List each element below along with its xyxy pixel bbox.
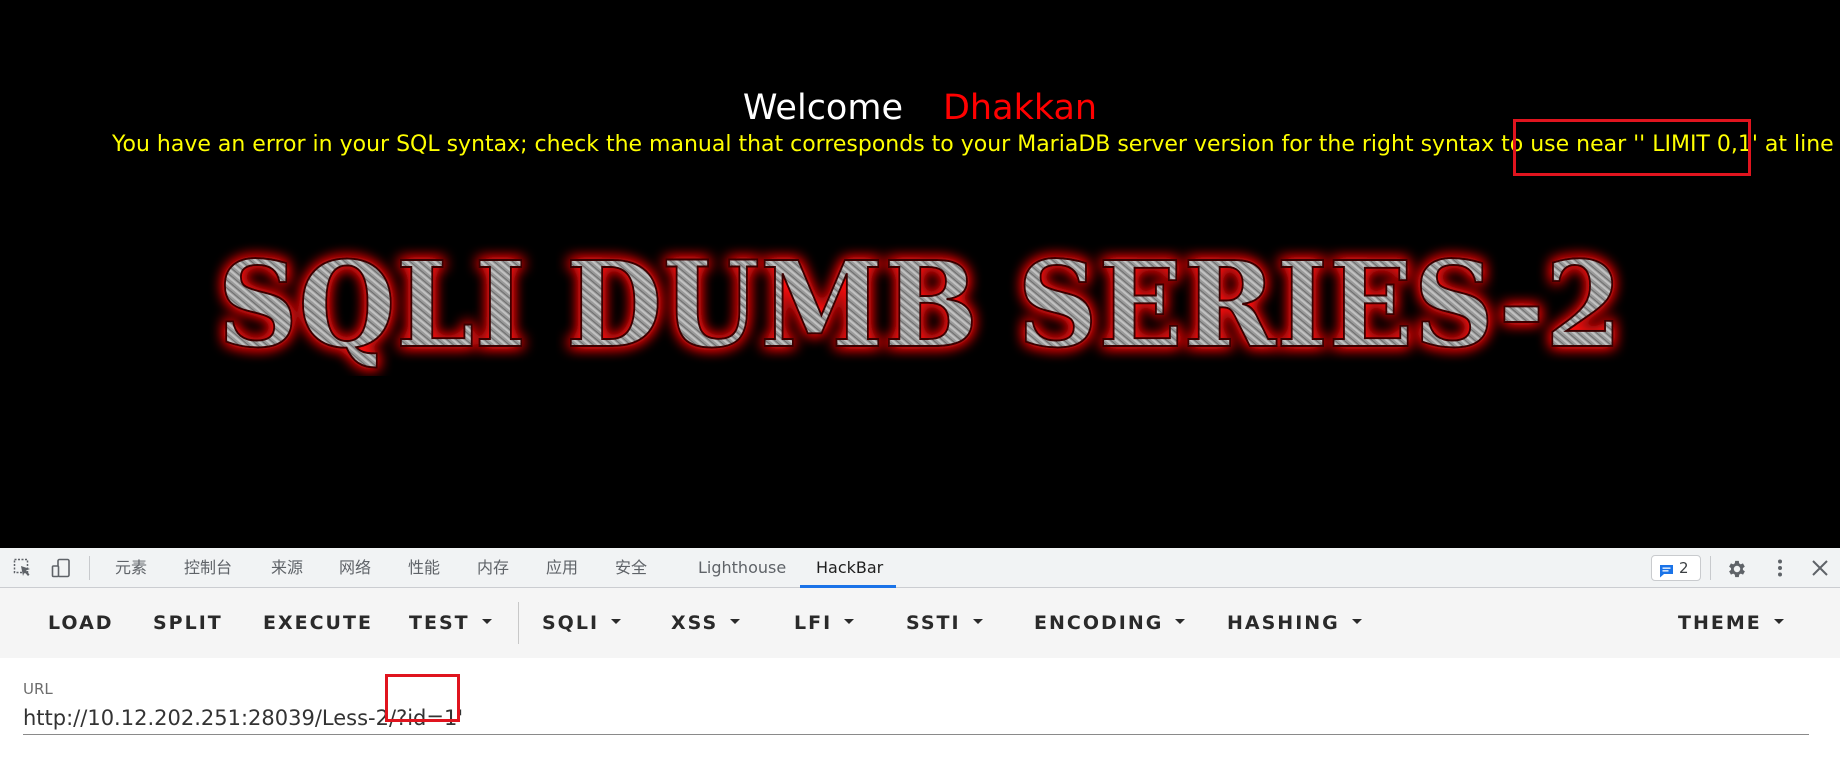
inspect-element-icon[interactable] [13, 558, 33, 578]
tab-application[interactable]: 应用 [546, 548, 578, 588]
chevron-down-icon [844, 619, 855, 624]
execute-button[interactable]: EXECUTE [263, 588, 373, 658]
ssti-dropdown[interactable]: SSTI [906, 588, 983, 658]
welcome-text: Welcome [742, 88, 903, 128]
hashing-dropdown[interactable]: HASHING [1227, 588, 1362, 658]
close-devtools-icon[interactable] [1810, 558, 1830, 578]
url-label: URL [23, 680, 53, 698]
tab-memory[interactable]: 内存 [477, 548, 509, 588]
page-content: Welcome Dhakkan You have an error in your… [0, 0, 1840, 548]
message-icon [1659, 561, 1674, 585]
tab-network[interactable]: 网络 [339, 548, 371, 588]
more-options-icon[interactable] [1770, 558, 1790, 578]
issues-badge[interactable]: 2 [1651, 555, 1701, 581]
banner-text: SQLI DUMB SERIES-2 [218, 236, 1623, 374]
split-button[interactable]: SPLIT [153, 588, 223, 658]
hackbar-toolbar: LOAD SPLIT EXECUTE TEST SQLI XSS LFI SST… [0, 588, 1840, 658]
sqli-dropdown[interactable]: SQLI [542, 588, 622, 658]
settings-gear-icon[interactable] [1726, 558, 1746, 578]
encoding-dropdown[interactable]: ENCODING [1034, 588, 1186, 658]
chevron-down-icon [1773, 619, 1784, 624]
lfi-dropdown[interactable]: LFI [794, 588, 855, 658]
chevron-down-icon [730, 619, 741, 624]
chevron-down-icon [481, 619, 492, 624]
tab-security[interactable]: 安全 [615, 548, 647, 588]
tab-elements[interactable]: 元素 [115, 548, 147, 588]
xss-dropdown[interactable]: XSS [671, 588, 741, 658]
tab-hackbar[interactable]: HackBar [816, 548, 883, 588]
tab-sources[interactable]: 来源 [271, 548, 303, 588]
devtools-panel: 元素 控制台 来源 网络 性能 内存 应用 安全 Lighthouse Hack… [0, 548, 1840, 774]
theme-dropdown[interactable]: THEME [1678, 588, 1784, 658]
chevron-down-icon [972, 619, 983, 624]
tab-performance[interactable]: 性能 [408, 548, 440, 588]
url-param-highlight-box [385, 674, 460, 722]
tab-console[interactable]: 控制台 [184, 548, 232, 588]
devtools-tab-bar: 元素 控制台 来源 网络 性能 内存 应用 安全 Lighthouse Hack… [0, 548, 1840, 588]
tab-lighthouse[interactable]: Lighthouse [698, 548, 786, 588]
issues-count: 2 [1679, 559, 1689, 577]
test-dropdown[interactable]: TEST [409, 588, 492, 658]
error-highlight-box [1513, 119, 1751, 176]
chevron-down-icon [611, 619, 622, 624]
chevron-down-icon [1175, 619, 1186, 624]
load-button[interactable]: LOAD [48, 588, 114, 658]
chevron-down-icon [1351, 619, 1362, 624]
user-name: Dhakkan [942, 88, 1098, 128]
url-section: URL [0, 658, 1840, 774]
url-input[interactable] [23, 702, 1809, 735]
device-toolbar-icon[interactable] [51, 558, 71, 578]
banner-logo: SQLI DUMB SERIES-2 [217, 236, 1624, 375]
